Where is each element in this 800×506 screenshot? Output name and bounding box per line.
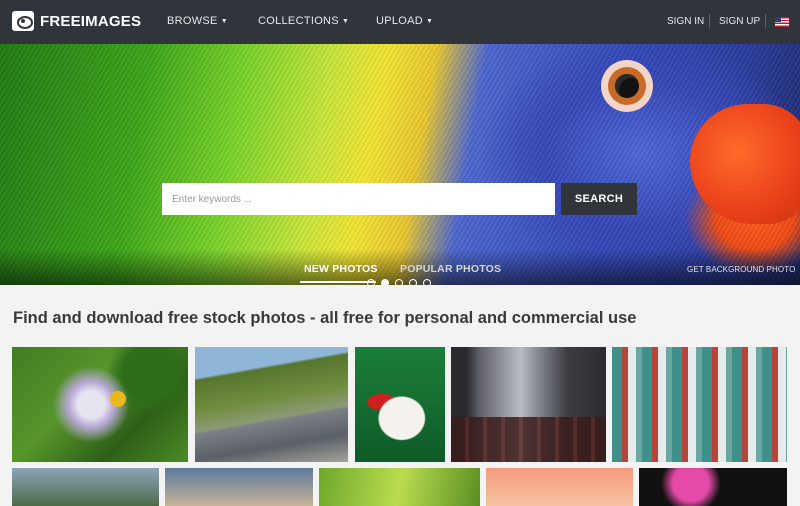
page-tagline: Find and download free stock photos - al… xyxy=(13,309,637,327)
photo-thread-spools[interactable] xyxy=(612,347,787,462)
carousel-indicators xyxy=(367,279,431,285)
nav-divider xyxy=(765,14,766,28)
search-bar: SEARCH xyxy=(162,183,637,215)
menu-upload[interactable]: UPLOAD ▼ xyxy=(376,15,433,27)
caret-down-icon: ▼ xyxy=(426,18,434,25)
eye-logo-icon xyxy=(12,11,34,31)
photo-sky-clouds[interactable] xyxy=(165,468,313,506)
caret-down-icon: ▼ xyxy=(341,18,350,25)
sign-up-link[interactable]: SIGN UP xyxy=(719,16,760,27)
nav-divider xyxy=(709,14,710,28)
tab-popular-photos[interactable]: POPULAR PHOTOS xyxy=(400,263,501,275)
search-button[interactable]: SEARCH xyxy=(561,183,637,215)
carousel-dot-2[interactable] xyxy=(381,279,389,285)
photo-bunny-santa-hat[interactable] xyxy=(355,347,445,462)
menu-upload-label: UPLOAD xyxy=(376,15,424,27)
caret-down-icon: ▼ xyxy=(220,18,228,25)
sign-in-link[interactable]: SIGN IN xyxy=(667,16,704,27)
active-tab-underline xyxy=(300,281,376,283)
carousel-dot-3[interactable] xyxy=(395,279,403,285)
site-logo[interactable]: FREEIMAGES xyxy=(12,11,141,31)
menu-browse-label: BROWSE xyxy=(167,15,218,27)
parrot-beak-image xyxy=(690,104,800,224)
top-navigation-bar: FREEIMAGES BROWSE ▼ COLLECTIONS ▼ UPLOAD ▼ … xyxy=(0,0,800,44)
photo-train-interior[interactable] xyxy=(451,347,606,462)
search-input[interactable] xyxy=(162,183,555,215)
get-background-photo-link[interactable]: GET BACKGROUND PHOTO xyxy=(687,265,795,274)
photo-mountain-road[interactable] xyxy=(195,347,348,462)
us-flag-icon[interactable] xyxy=(775,17,789,27)
photo-green-grass[interactable] xyxy=(319,468,480,506)
menu-collections-label: COLLECTIONS xyxy=(258,15,339,27)
photo-pink-orchid[interactable] xyxy=(639,468,787,506)
logo-text: FREEIMAGES xyxy=(40,12,142,30)
carousel-dot-5[interactable] xyxy=(423,279,431,285)
photo-water-lily[interactable] xyxy=(12,347,188,462)
menu-collections[interactable]: COLLECTIONS ▼ xyxy=(258,15,349,27)
photo-pink-sunset[interactable] xyxy=(486,468,633,506)
carousel-dot-4[interactable] xyxy=(409,279,417,285)
parrot-eye-image xyxy=(601,60,653,112)
hero-banner: SEARCH xyxy=(0,44,800,285)
photo-trees[interactable] xyxy=(12,468,159,506)
tab-new-photos[interactable]: NEW PHOTOS xyxy=(304,263,378,275)
menu-browse[interactable]: BROWSE ▼ xyxy=(167,15,228,27)
